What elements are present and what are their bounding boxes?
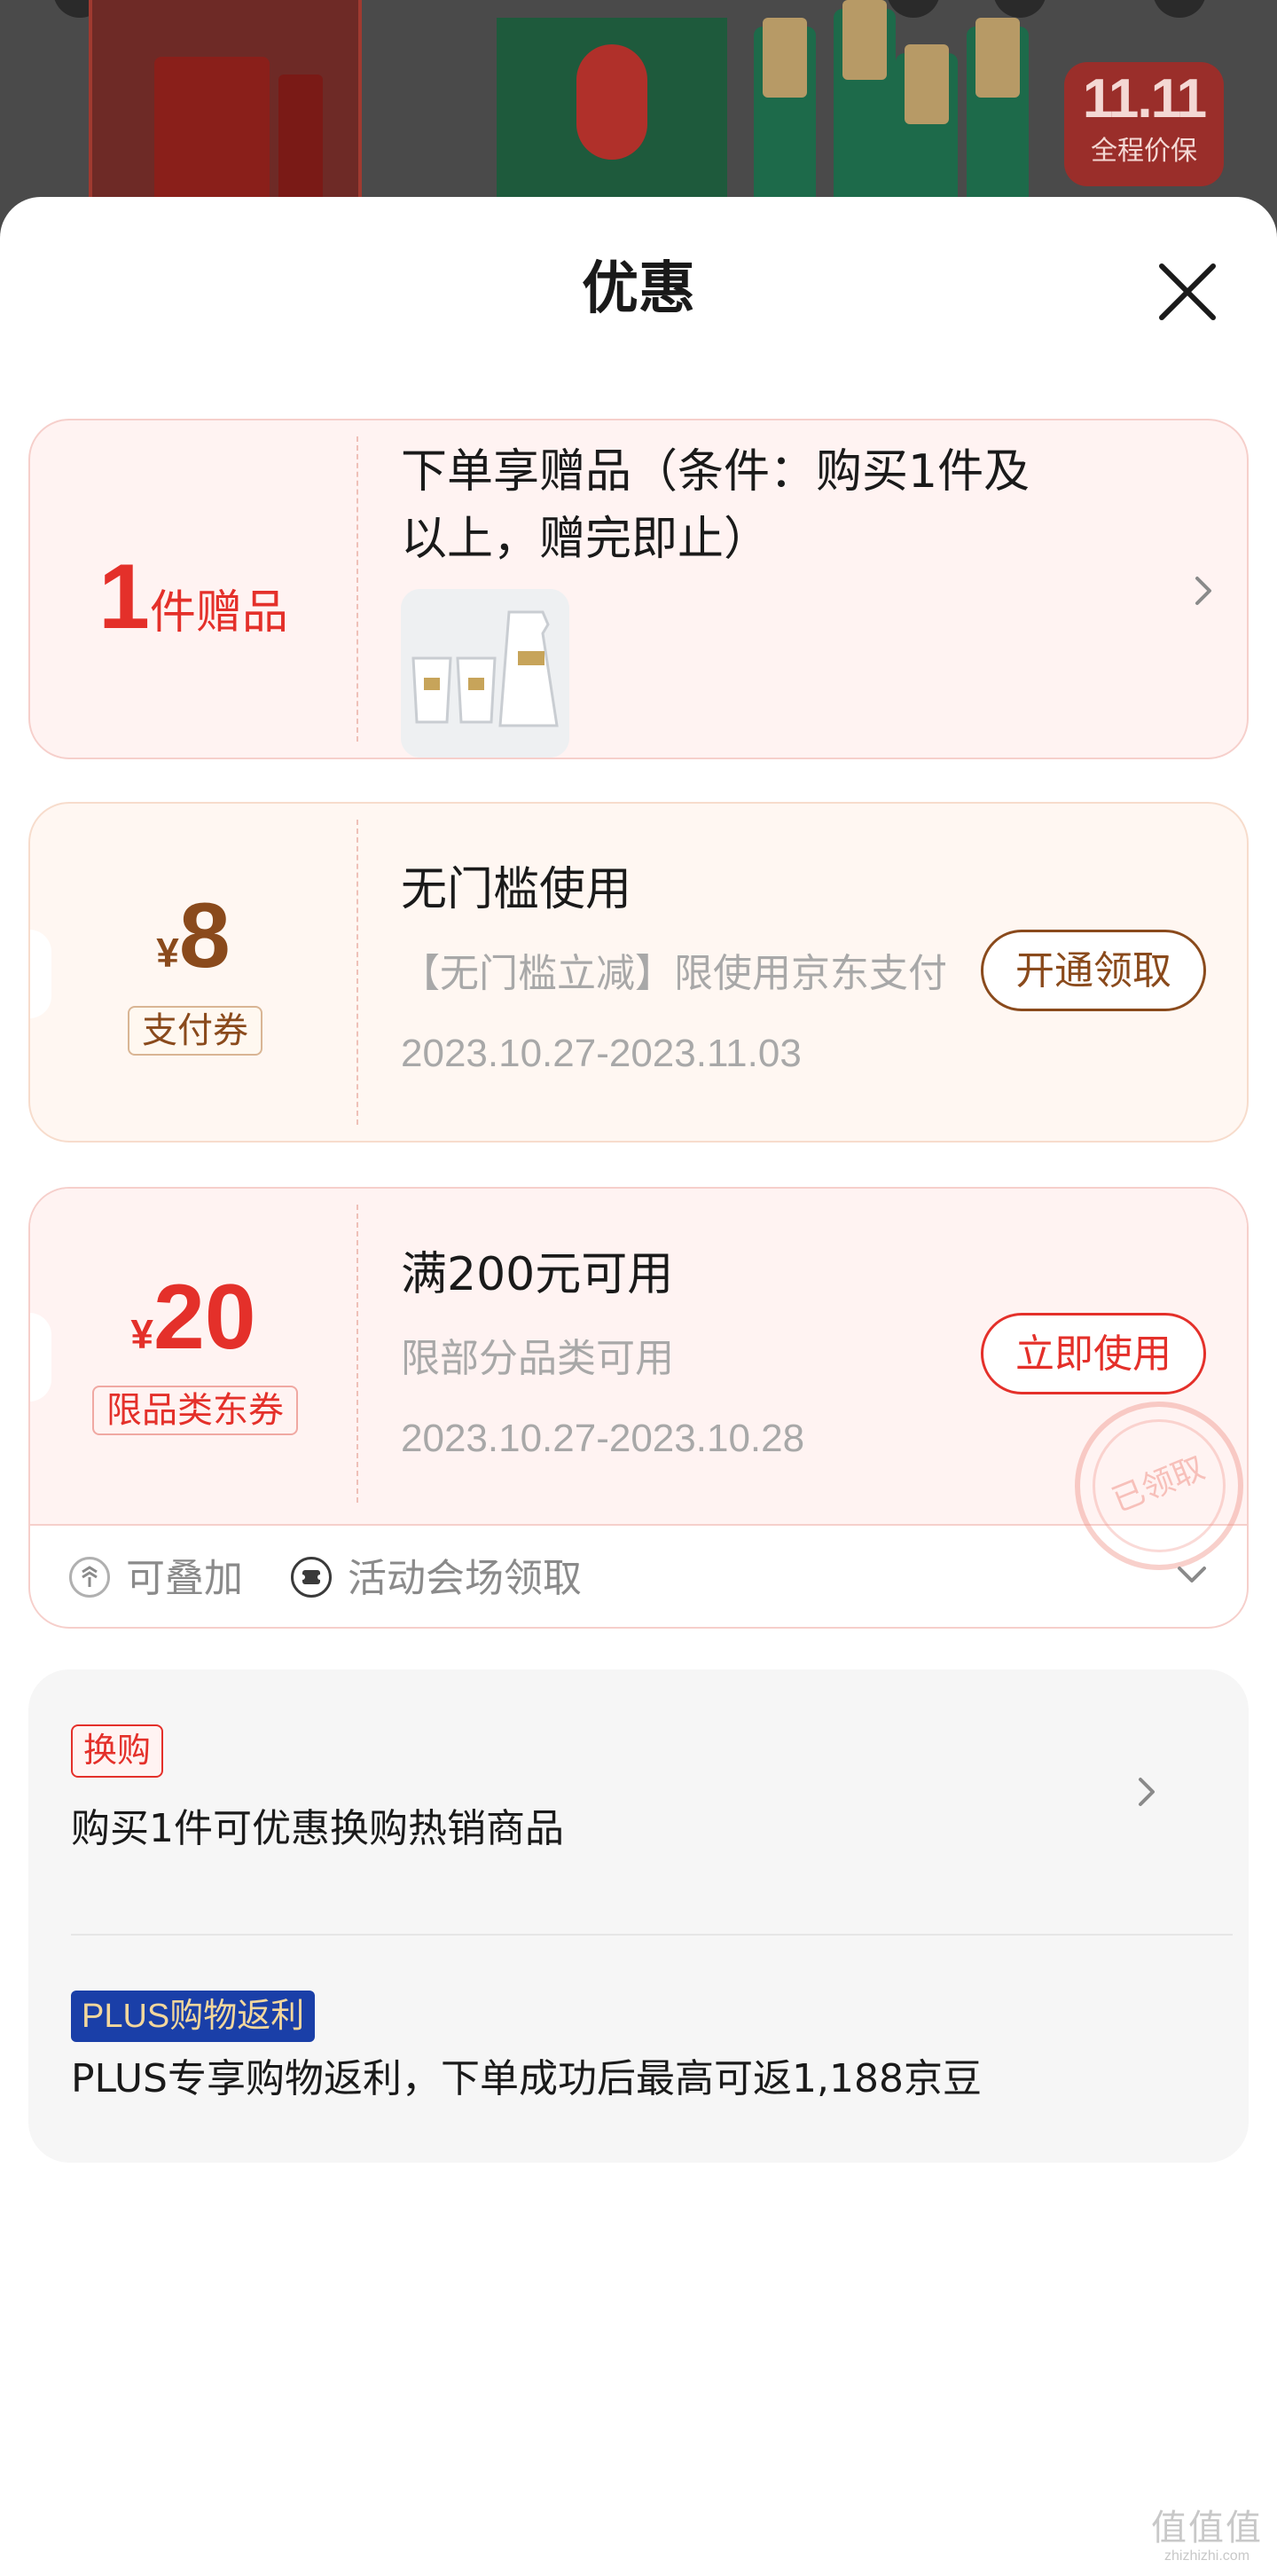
amount-value: 8 [178,884,231,987]
coupon-source-text: 活动会场领取 [348,1556,582,1601]
product-box-red [89,0,362,234]
gift-card[interactable]: 1件赠品 下单享赠品（条件：购买1件及以上，赠完即止） [28,419,1249,759]
gift-count-unit: 件赠品 [149,586,288,640]
chevron-down-icon[interactable] [1174,1561,1210,1588]
watermark-url: zhizhizhi.com [1163,2549,1250,2564]
exchange-description[interactable]: 购买1件可优惠换购热销商品 [71,1802,564,1856]
currency-symbol: ¥ [156,930,179,976]
coupon-amount: ¥8 [30,884,356,989]
coupon-source-label: 活动会场领取 [291,1552,582,1606]
exchange-tag: 换购 [71,1724,164,1778]
glass-set-icon [401,589,569,758]
badge-subtitle: 全程价保 [1091,137,1197,166]
coupon-footer[interactable]: 可叠加 活动会场领取 [30,1526,1247,1627]
amount-value: 20 [153,1266,256,1369]
coupon-amount: ¥20 [30,1265,356,1370]
coupon-type-tag: 支付券 [128,1006,262,1056]
watermark-logo: 值值值 [1151,2508,1263,2549]
gift-count: 1件赠品 [30,545,356,650]
gift-count-number: 1 [98,546,150,648]
stackable-text: 可叠加 [126,1556,243,1601]
promotions-sheet: 优惠 1件赠品 下单享赠品（条件：购买1件及以上，赠完即止） ¥8 支付券 无门… [0,197,1277,2576]
product-box-seal [576,44,647,160]
plus-rebate-tag: PLUS购物返利 [71,1991,316,2042]
plus-rebate-description: PLUS专享购物返利，下单成功后最高可返1,188京豆 [71,2056,982,2101]
price-protect-badge: 11.11 全程价保 [1064,62,1224,186]
chevron-right-icon[interactable] [1133,1774,1160,1810]
close-button[interactable] [1149,254,1226,330]
coupon-validity: 2023.10.27-2023.10.28 [401,1417,805,1460]
badge-title: 11.11 [1082,68,1207,130]
sheet-title: 优惠 [582,256,695,322]
other-offers-panel: 换购 购买1件可优惠换购热销商品 PLUS购物返利 PLUS专享购物返利，下单成… [28,1669,1249,2163]
site-watermark: 值值值 zhizhizhi.com [1140,2509,1273,2565]
more-button-shadow [1153,0,1206,18]
stack-icon [69,1557,110,1598]
use-now-button[interactable]: 立即使用 [981,1313,1206,1394]
coupon-type-tag: 限品类东券 [92,1386,298,1435]
section-divider [71,1934,1233,1936]
pay-coupon-card: ¥8 支付券 无门槛使用 【无门槛立减】限使用京东支付 2023.10.27-2… [28,802,1249,1143]
currency-symbol: ¥ [130,1311,153,1357]
coupon-title: 无门槛使用 [401,863,632,916]
coupon-description: 限部分品类可用 [401,1336,674,1381]
coupon-title: 满200元可用 [401,1248,674,1301]
coupon-validity: 2023.10.27-2023.11.03 [401,1032,802,1075]
stackable-label: 可叠加 [69,1552,243,1606]
gift-image[interactable] [401,589,569,758]
gift-condition: 下单享赠品（条件：购买1件及以上，赠完即止） [401,445,1030,566]
cart-button-shadow [993,0,1046,18]
card-divider [356,436,358,742]
ticket-icon [291,1557,332,1598]
close-icon [1159,263,1216,320]
card-divider [356,1205,358,1503]
open-and-claim-button[interactable]: 开通领取 [981,930,1206,1011]
jd-coupon-card: ¥20 限品类东券 满200元可用 限部分品类可用 2023.10.27-202… [28,1187,1249,1629]
coupon-description: 【无门槛立减】限使用京东支付 [401,951,947,996]
chevron-right-icon [1195,577,1211,605]
card-divider [356,820,358,1125]
